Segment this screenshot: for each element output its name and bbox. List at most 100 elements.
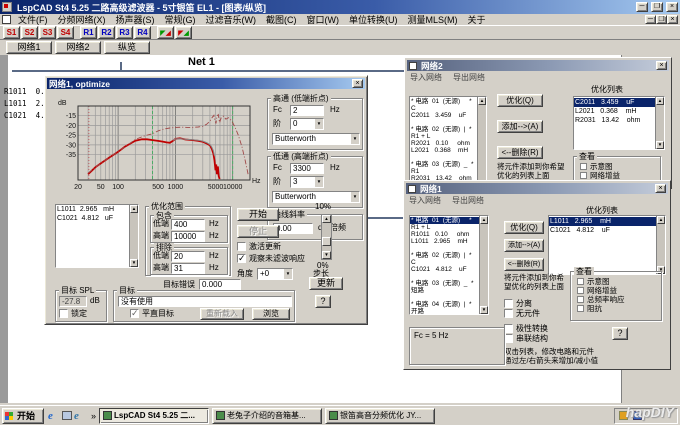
circuit-row[interactable]: R2021 0.10 ohm: [410, 140, 477, 147]
checkbox-icon[interactable]: [577, 305, 584, 312]
component-row[interactable]: L1011 2.965 mH: [56, 205, 129, 214]
scroll-up-icon[interactable]: ▲: [656, 97, 664, 105]
view-option[interactable]: 网络增益: [577, 286, 625, 295]
checkbox-icon[interactable]: [577, 296, 584, 303]
checkbox-icon[interactable]: [580, 172, 587, 179]
view-tab[interactable]: 网络2: [55, 41, 101, 54]
circuit-row[interactable]: * 电路 03 (无源) _ *: [410, 161, 477, 168]
opt-row[interactable]: L2021 0.368 mH: [574, 107, 655, 116]
exclude-high-field[interactable]: 31: [171, 263, 205, 274]
circuit-row[interactable]: R1: [410, 168, 477, 175]
response-button[interactable]: R1: [80, 26, 97, 39]
menu-item[interactable]: 窗口(W): [302, 13, 345, 26]
net1-circuit-list[interactable]: * 电路 01 (无源) *R1 + LR1011 0.10 ohmL1011 …: [409, 215, 489, 315]
net2-export-menu[interactable]: 导出网络: [453, 73, 485, 83]
circuit-row[interactable]: 开路: [410, 308, 479, 315]
net2-title-bar[interactable]: 网络2 ×: [407, 60, 669, 71]
response-button[interactable]: R4: [134, 26, 151, 39]
scroll-down-icon[interactable]: ▼: [656, 141, 664, 149]
mdi-restore-button[interactable]: ❐: [656, 15, 667, 24]
net1-help-button[interactable]: ?: [612, 327, 628, 340]
chevron-down-icon[interactable]: ▼: [314, 176, 324, 188]
chevron-down-icon[interactable]: ▼: [283, 268, 293, 280]
circuit-row[interactable]: R1011 0.10 ohm: [410, 231, 479, 238]
angle-select[interactable]: +0▼: [257, 268, 293, 280]
chevron-down-icon[interactable]: ▼: [350, 133, 360, 145]
flat-target-checkbox[interactable]: ✓平直目标: [130, 309, 174, 319]
response-button[interactable]: R3: [116, 26, 133, 39]
circuit-row[interactable]: * 电路 02 (无源) | *: [410, 126, 477, 133]
chevron-down-icon[interactable]: ▼: [314, 118, 324, 130]
checkbox-icon[interactable]: [577, 287, 584, 294]
menu-item[interactable]: 截图(C): [261, 13, 302, 26]
view-option[interactable]: 网络增益: [580, 171, 628, 180]
checkbox-icon[interactable]: [59, 309, 68, 318]
speaker-button[interactable]: S4: [57, 26, 74, 39]
scroll-up-icon[interactable]: ▲: [478, 97, 486, 105]
scroll-up-icon[interactable]: ▲: [480, 216, 488, 224]
checkbox-icon[interactable]: [504, 309, 513, 318]
net1-title-bar[interactable]: 网络1 ×: [406, 183, 668, 194]
net2-remove-button[interactable]: <--删除(R): [497, 146, 543, 159]
checkbox-icon[interactable]: ✓: [130, 309, 139, 318]
net1-close-icon[interactable]: ×: [655, 184, 666, 193]
lp-fc-field[interactable]: 3300: [290, 163, 324, 174]
checkbox-icon[interactable]: [237, 242, 246, 251]
menu-item[interactable]: 分频网络(X): [53, 13, 111, 26]
net1-remove-button[interactable]: <--删除(R): [504, 258, 544, 271]
split-checkbox[interactable]: 分离: [504, 299, 532, 309]
speaker-button[interactable]: S3: [39, 26, 56, 39]
net2-circuit-scrollbar[interactable]: ▲ ▼: [477, 97, 486, 189]
update-button[interactable]: 更新: [309, 277, 343, 290]
net1-opt-list[interactable]: L1011 2.965 mHC1021 4.812 uF ▲ ▼: [548, 215, 666, 275]
quicklaunch-browser-icon[interactable]: e: [74, 410, 86, 422]
circuit-row[interactable]: * 电路 01 (无源) *: [410, 98, 477, 105]
net2-add-button[interactable]: 添加-->(A): [497, 120, 543, 133]
speaker-button[interactable]: S1: [3, 26, 20, 39]
toolbar-export-icon[interactable]: ◤◢: [175, 26, 192, 39]
toolbar-import-icon[interactable]: ◤◢: [157, 26, 174, 39]
opt-row[interactable]: C1021 4.812 uF: [549, 226, 656, 235]
circuit-row[interactable]: [410, 119, 477, 126]
target-file-field[interactable]: 没有使用: [118, 296, 292, 307]
circuit-row[interactable]: L1011 2.965 mH: [410, 238, 479, 245]
circuit-row[interactable]: [410, 273, 479, 280]
net1-import-menu[interactable]: 导入网络: [409, 196, 441, 206]
menu-item[interactable]: 扬声器(S): [111, 13, 160, 26]
component-row[interactable]: C1021 4.812 uF: [56, 214, 129, 223]
circuit-row[interactable]: [410, 154, 477, 161]
mdi-child-icon[interactable]: [2, 15, 11, 24]
hp-order-select[interactable]: 0▼: [290, 118, 324, 130]
include-low-field[interactable]: 400: [171, 219, 205, 230]
circuit-row[interactable]: L2021 0.368 mH: [410, 147, 477, 154]
chevron-down-icon[interactable]: ▼: [350, 191, 360, 203]
opt-row[interactable]: L1011 2.965 mH: [549, 217, 656, 226]
scroll-down-icon[interactable]: ▼: [130, 259, 138, 267]
menu-item[interactable]: 测量MLS(M): [403, 13, 463, 26]
lp-order-select[interactable]: 3▼: [290, 176, 324, 188]
circuit-row[interactable]: R1 + L: [410, 224, 479, 231]
menu-item[interactable]: 单位转换(U): [344, 13, 403, 26]
menu-item[interactable]: 过滤音乐(W): [201, 13, 262, 26]
help-button[interactable]: ?: [315, 295, 331, 308]
circuit-row[interactable]: * 电路 02 (无源) | *: [410, 252, 479, 259]
circuit-row[interactable]: * 电路 04 (无源) | *: [410, 301, 479, 308]
taskbar-task-button[interactable]: 银笛高音分频优化 JY...: [325, 408, 435, 424]
checkbox-icon[interactable]: ✓: [237, 254, 246, 263]
circuit-row[interactable]: [410, 294, 479, 301]
series-structure-checkbox[interactable]: 串联结构: [504, 334, 548, 344]
opt-row[interactable]: C2011 3.459 uF: [574, 98, 655, 107]
mdi-close-button[interactable]: ×: [667, 15, 678, 24]
net2-optimize-button[interactable]: 优化(Q): [497, 94, 543, 107]
circuit-row[interactable]: C: [410, 105, 477, 112]
step-slider[interactable]: ▲ ▼: [321, 214, 332, 260]
taskbar-task-button[interactable]: LspCAD St4 5.25 二...: [99, 408, 209, 424]
quicklaunch-desktop-icon[interactable]: [62, 411, 72, 420]
menu-item[interactable]: 关于: [463, 13, 491, 26]
net2-opt-list[interactable]: C2011 3.459 uFL2021 0.368 mHR2031 13.42 …: [573, 96, 665, 150]
speaker-button[interactable]: S2: [21, 26, 38, 39]
view-option[interactable]: 示意图: [580, 162, 628, 171]
hp-fc-field[interactable]: 2: [290, 105, 324, 116]
circuit-row[interactable]: C: [410, 259, 479, 266]
net2-close-icon[interactable]: ×: [656, 61, 667, 70]
